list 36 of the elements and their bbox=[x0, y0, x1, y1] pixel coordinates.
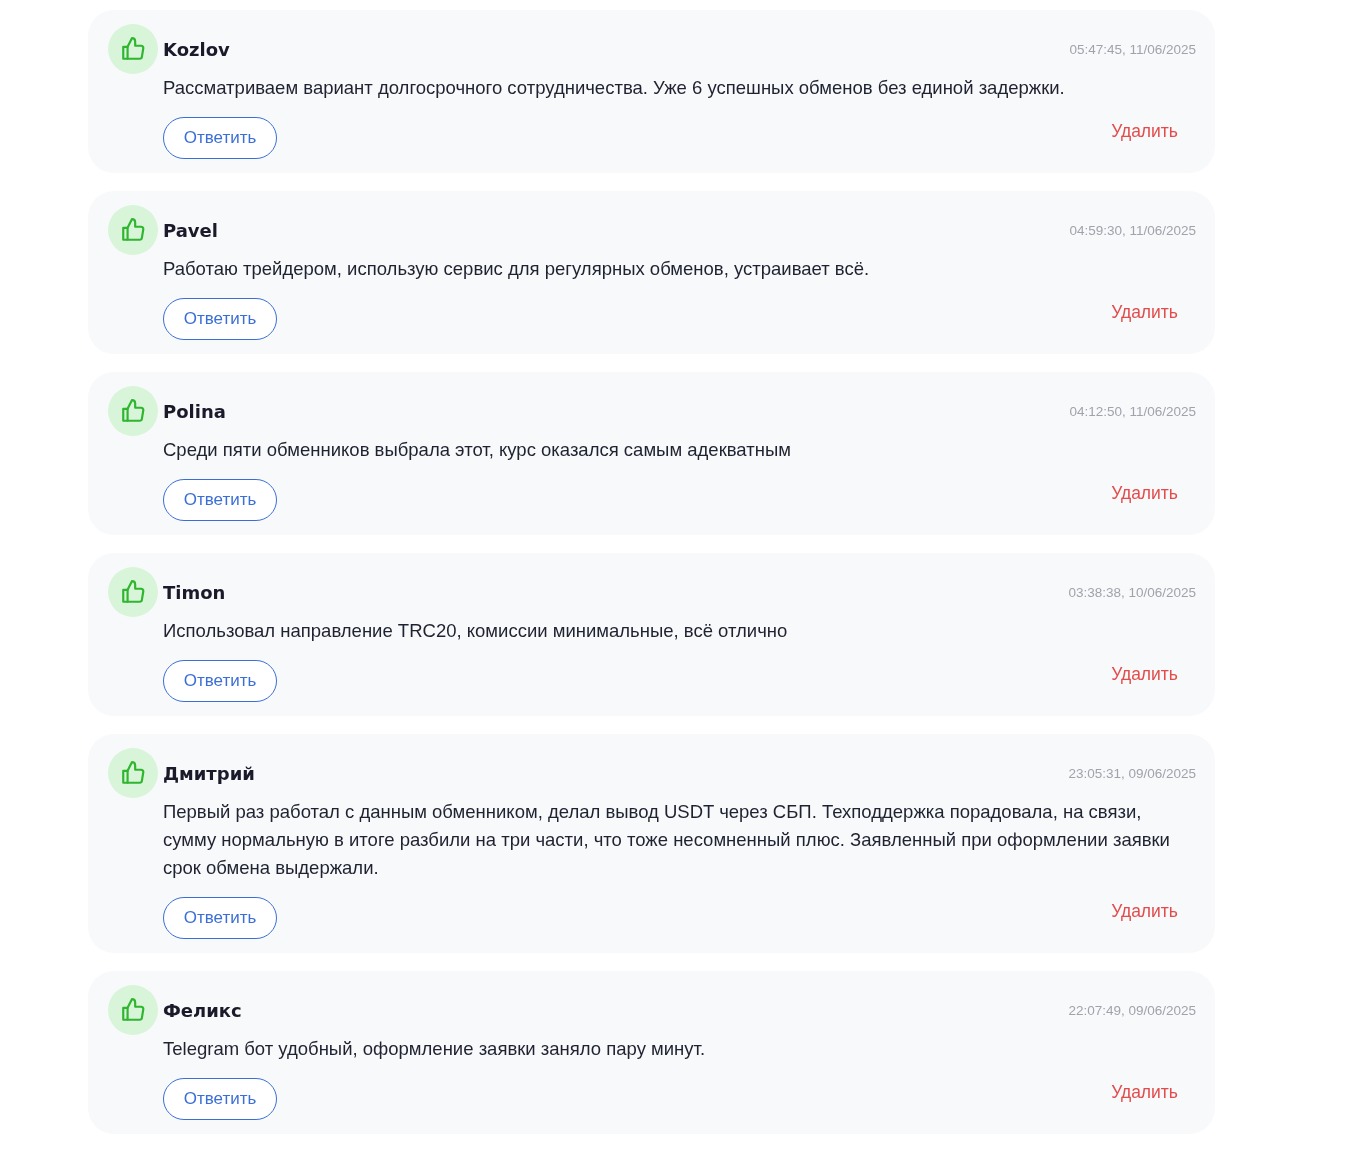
timestamp: 05:47:45, 11/06/2025 bbox=[1069, 41, 1196, 57]
timestamp: 23:05:31, 09/06/2025 bbox=[1068, 765, 1196, 781]
timestamp: 03:38:38, 10/06/2025 bbox=[1068, 584, 1196, 600]
delete-link[interactable]: Удалить bbox=[1111, 121, 1178, 142]
author-name: Timon bbox=[163, 581, 226, 603]
delete-link[interactable]: Удалить bbox=[1111, 664, 1178, 685]
reply-button[interactable]: Ответить bbox=[163, 660, 277, 702]
timestamp: 22:07:49, 09/06/2025 bbox=[1068, 1002, 1196, 1018]
delete-link[interactable]: Удалить bbox=[1111, 1082, 1178, 1103]
reply-button[interactable]: Ответить bbox=[163, 897, 277, 939]
review-text: Первый раз работал с данным обменником, делал вывод USDT через СБП. Техподдержка порадовала, на связи, сумму нормальную в итоге разбили на три части, что тоже несомненный плюс. Заявленный при оформлении заявки срок обмена выдержали. bbox=[163, 800, 1171, 880]
thumbs-up-icon bbox=[108, 386, 158, 436]
author-name: Pavel bbox=[163, 219, 218, 241]
review-text: Telegram бот удобный, оформление заявки заняло пару минут. bbox=[163, 1037, 707, 1061]
review-text: Работаю трейдером, использую сервис для регулярных обменов, устраивает всё. bbox=[163, 257, 871, 281]
reply-button[interactable]: Ответить bbox=[163, 117, 277, 159]
delete-link[interactable]: Удалить bbox=[1111, 302, 1178, 323]
thumbs-up-icon bbox=[108, 567, 158, 617]
author-name: Kozlov bbox=[163, 38, 230, 60]
thumbs-up-icon bbox=[108, 748, 158, 798]
thumbs-up-icon bbox=[108, 205, 158, 255]
timestamp: 04:12:50, 11/06/2025 bbox=[1069, 403, 1196, 419]
review-text: Использовал направление TRC20, комиссии минимальные, всё отлично bbox=[163, 619, 789, 643]
author-name: Дмитрий bbox=[163, 762, 255, 784]
reply-button[interactable]: Ответить bbox=[163, 479, 277, 521]
thumbs-up-icon bbox=[108, 24, 158, 74]
thumbs-up-icon bbox=[108, 985, 158, 1035]
author-name: Феликс bbox=[163, 999, 242, 1021]
reply-button[interactable]: Ответить bbox=[163, 1078, 277, 1120]
timestamp: 04:59:30, 11/06/2025 bbox=[1069, 222, 1196, 238]
delete-link[interactable]: Удалить bbox=[1111, 483, 1178, 504]
delete-link[interactable]: Удалить bbox=[1111, 901, 1178, 922]
author-name: Polina bbox=[163, 400, 226, 422]
reply-button[interactable]: Ответить bbox=[163, 298, 277, 340]
review-text: Среди пяти обменников выбрала этот, курс оказался самым адекватным bbox=[163, 438, 792, 462]
review-text: Рассматриваем вариант долгосрочного сотрудничества. Уже 6 успешных обменов без единой задержки. bbox=[163, 76, 1066, 100]
